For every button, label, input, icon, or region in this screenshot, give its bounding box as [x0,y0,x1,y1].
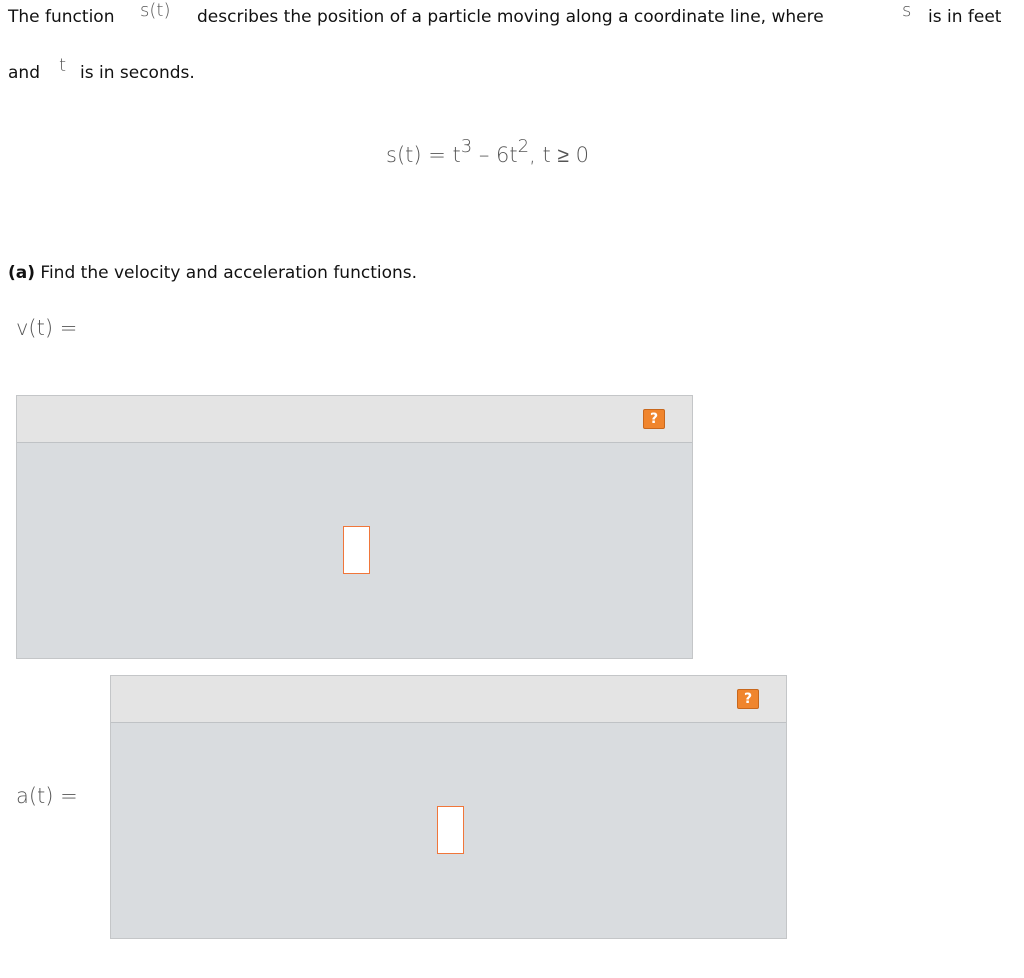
intro-func-symbol: s(t) [140,0,171,21]
formula-mid: – 6t [472,143,518,167]
acceleration-toolbar: ? [111,676,786,723]
intro-s-symbol: s [902,0,912,21]
intro-text-2: describes the position of a particle mov… [197,7,824,27]
intro-text-3: is in feet [928,7,1002,27]
part-a-label: (a) [8,263,36,283]
velocity-help-button[interactable]: ? [643,409,665,429]
acceleration-help-button[interactable]: ? [737,689,759,709]
part-a-prompt: Find the velocity and acceleration funct… [40,263,418,283]
formula-lhs: s(t) = t [386,143,461,167]
velocity-input-slot[interactable] [343,526,370,574]
intro-text-4: and [8,63,40,83]
acceleration-answer-box[interactable]: ? [110,675,787,939]
acceleration-label: a(t) = [16,784,78,808]
formula-exp-1: 3 [460,136,473,157]
velocity-toolbar: ? [17,396,692,443]
intro-text-1: The function [8,7,115,27]
intro-t-symbol: t [59,55,67,76]
acceleration-input-slot[interactable] [437,806,464,854]
formula-rhs: , t ≥ 0 [529,143,589,167]
velocity-answer-box[interactable]: ? [16,395,693,659]
position-formula: s(t) = t3 – 6t2, t ≥ 0 [386,136,589,168]
formula-exp-2: 2 [517,136,530,157]
part-a-heading: (a) Find the velocity and acceleration f… [8,262,417,284]
velocity-label: v(t) = [16,316,78,340]
intro-text-5: is in seconds. [80,63,195,83]
